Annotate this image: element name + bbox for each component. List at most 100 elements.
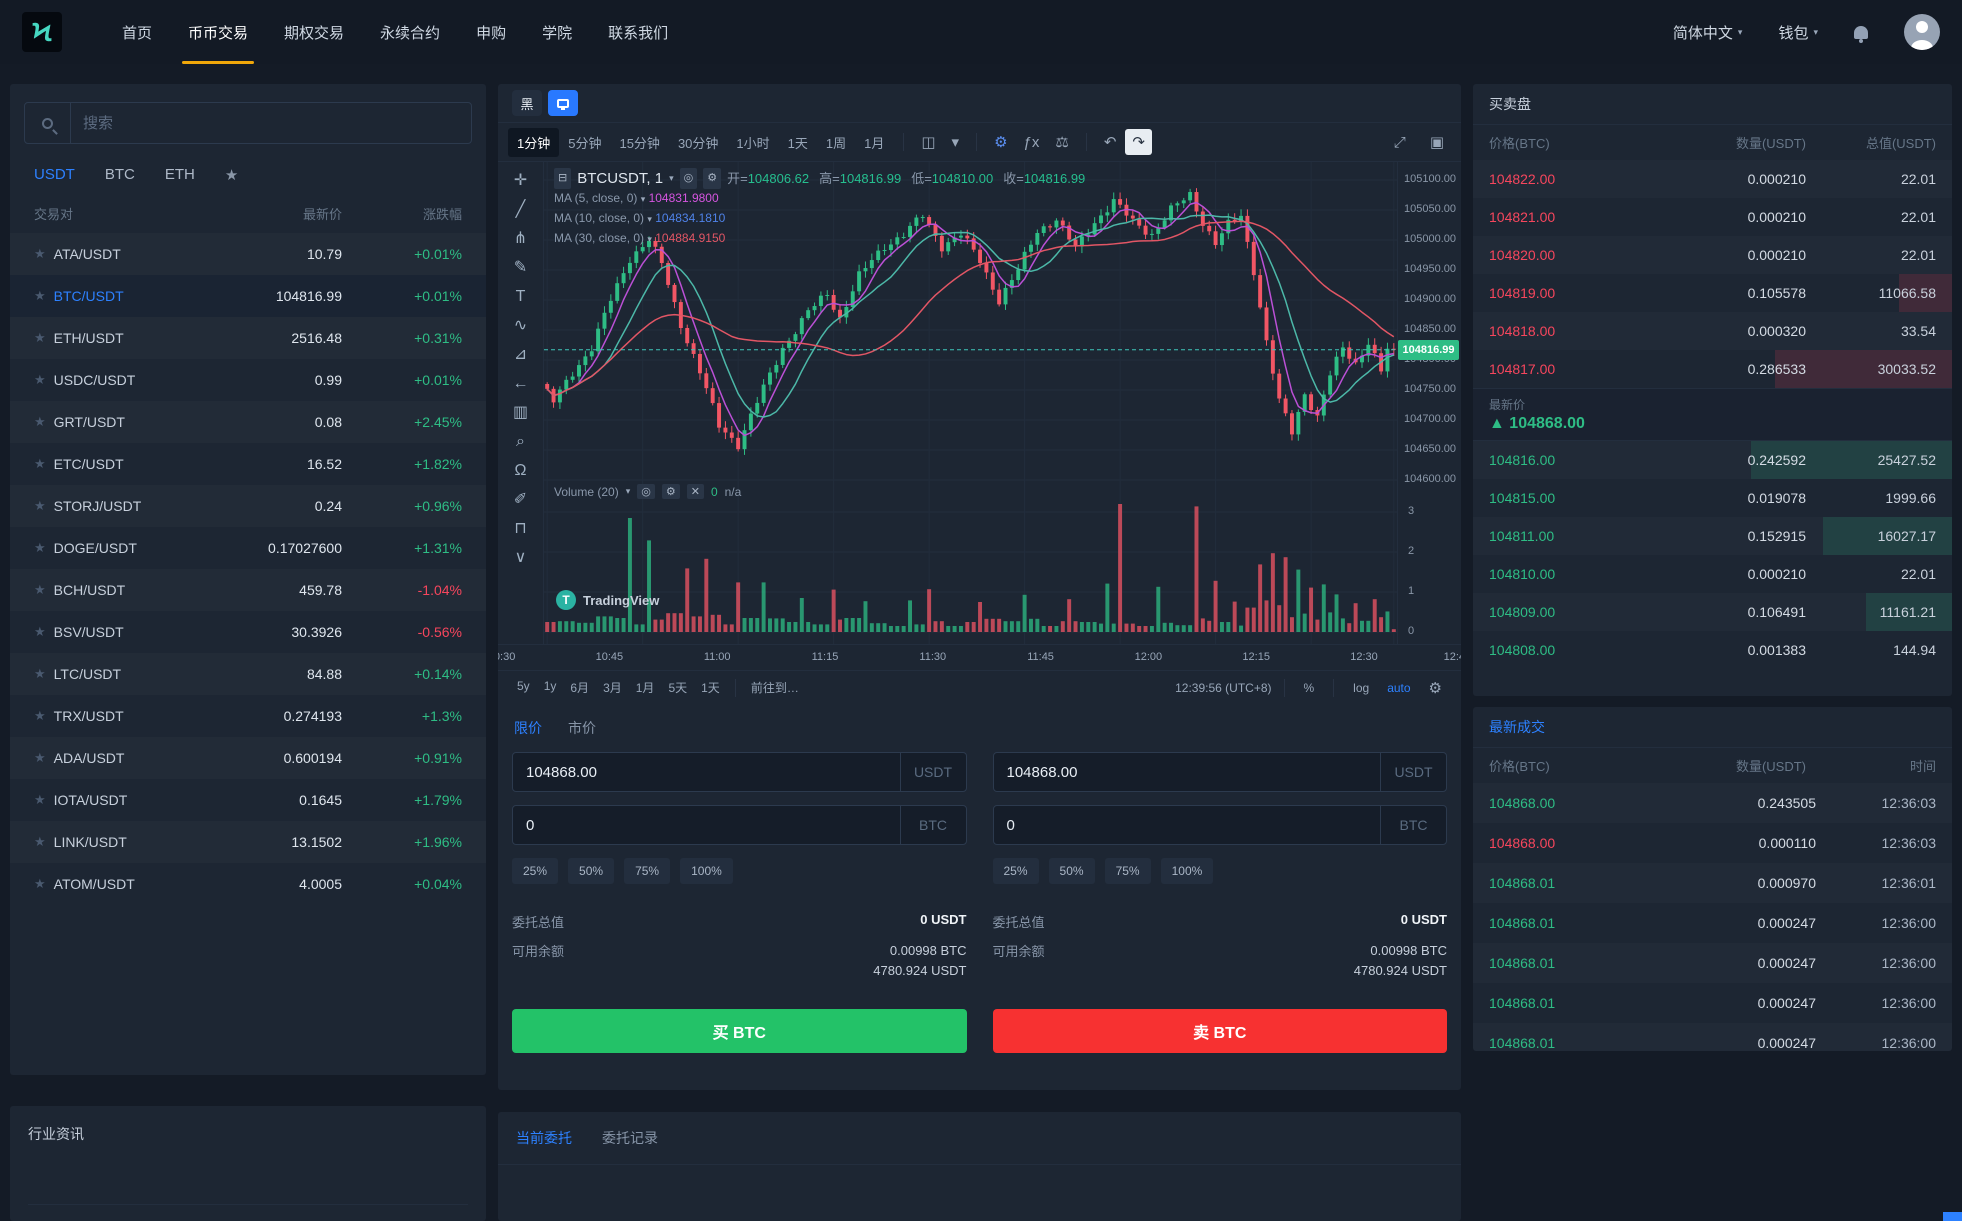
sell-price-input[interactable] [994,753,1381,791]
percent-button-75%[interactable]: 75% [1105,858,1151,884]
redo-icon[interactable]: ↷ [1125,129,1152,155]
app-logo[interactable]: Ϟ [22,12,62,52]
pair-row[interactable]: ★LTC/USDT84.88+0.14% [10,653,486,695]
visibility-icon[interactable]: ◎ [680,168,698,189]
pair-row[interactable]: ★DOGE/USDT0.17027600+1.31% [10,527,486,569]
trade-row[interactable]: 104868.010.00097012:36:01 [1473,863,1952,903]
nav-item-7[interactable]: 联系我们 [590,0,686,64]
visibility-icon[interactable]: ◎ [637,484,655,499]
star-icon[interactable]: ★ [34,540,46,556]
percent-button-25%[interactable]: 25% [993,858,1039,884]
gear-icon[interactable]: ⚙ [703,168,721,189]
nav-item-5[interactable]: 申购 [458,0,524,64]
log-scale-button[interactable]: log [1346,677,1376,699]
nav-item-2[interactable]: 币币交易 [170,0,266,64]
pair-row[interactable]: ★ATOM/USDT4.0005+0.04% [10,863,486,905]
chevron-down-icon[interactable]: ▾ [945,129,967,155]
book-row-ask[interactable]: 104819.000.10557811066.58 [1473,274,1952,312]
star-icon[interactable]: ★ [34,834,46,850]
pair-row[interactable]: ★BSV/USDT30.3926-0.56% [10,611,486,653]
book-row-bid[interactable]: 104809.000.10649111161.21 [1473,593,1952,631]
trade-row[interactable]: 104868.010.00024712:36:00 [1473,943,1952,983]
percent-scale-button[interactable]: % [1297,677,1322,699]
star-icon[interactable]: ★ [34,414,46,430]
pair-row[interactable]: ★BTC/USDT104816.99+0.01% [10,275,486,317]
star-icon[interactable]: ★ [34,456,46,472]
range-button-1y[interactable]: 1y [537,675,564,700]
chevron-down-icon[interactable]: ∨ [515,549,527,567]
star-icon[interactable]: ★ [34,666,46,682]
star-icon[interactable]: ★ [34,330,46,346]
timeframe-1分钟[interactable]: 1分钟 [508,128,559,157]
dark-theme-button[interactable]: 黑 [512,90,542,116]
buy-price-input[interactable] [513,753,900,791]
camera-icon[interactable]: ▣ [1423,129,1451,155]
book-row-bid[interactable]: 104810.000.00021022.01 [1473,555,1952,593]
language-selector[interactable]: 简体中文 ▾ [1673,22,1743,43]
chart-plot[interactable]: ⊟ BTCUSDT, 1 ▾ ◎ ⚙ 开=104806.62高=104816.9… [544,162,1397,644]
candlestick-chart[interactable] [544,162,1397,644]
book-row-bid[interactable]: 104811.000.15291516027.17 [1473,517,1952,555]
star-icon[interactable]: ★ [34,246,46,262]
nav-item-4[interactable]: 永续合约 [362,0,458,64]
pair-row[interactable]: ★IOTA/USDT0.1645+1.79% [10,779,486,821]
pattern-tool-icon[interactable]: ∿ [514,317,527,335]
star-icon[interactable]: ★ [34,288,46,304]
range-button-6月[interactable]: 6月 [563,675,596,700]
arrow-left-icon[interactable]: ← [513,375,529,393]
crosshair-icon[interactable]: ✛ [514,172,527,190]
star-icon[interactable]: ★ [34,582,46,598]
star-icon[interactable]: ★ [34,498,46,514]
range-button-1天[interactable]: 1天 [694,675,727,700]
buy-button[interactable]: 买 BTC [512,1009,967,1053]
pair-row[interactable]: ★TRX/USDT0.274193+1.3% [10,695,486,737]
zoom-icon[interactable]: ⌕ [516,433,525,451]
timeframe-1天[interactable]: 1天 [779,128,817,157]
book-row-ask[interactable]: 104820.000.00021022.01 [1473,236,1952,274]
timeframe-1小时[interactable]: 1小时 [727,128,778,157]
lock-icon[interactable]: ⊓ [514,520,526,538]
bar-pattern-icon[interactable]: ▥ [513,404,528,422]
sell-button[interactable]: 卖 BTC [993,1009,1448,1053]
star-icon[interactable]: ★ [34,750,46,766]
auto-scale-button[interactable]: auto [1380,677,1417,699]
compare-scales-icon[interactable]: ⚖ [1048,129,1075,155]
trade-row[interactable]: 104868.000.00011012:36:03 [1473,823,1952,863]
percent-button-25%[interactable]: 25% [512,858,558,884]
pair-row[interactable]: ★LINK/USDT13.1502+1.96% [10,821,486,863]
timeframe-30分钟[interactable]: 30分钟 [669,128,727,157]
book-row-bid[interactable]: 104816.000.24259225427.52 [1473,441,1952,479]
undo-icon[interactable]: ↶ [1097,129,1124,155]
gear-icon[interactable]: ⚙ [1422,675,1449,701]
book-row-ask[interactable]: 104821.000.00021022.01 [1473,198,1952,236]
pair-row[interactable]: ★ETC/USDT16.52+1.82% [10,443,486,485]
star-icon[interactable]: ★ [34,624,46,640]
maximize-icon[interactable]: ⤢ [1387,130,1413,155]
range-button-5天[interactable]: 5天 [661,675,694,700]
pair-row[interactable]: ★STORJ/USDT0.24+0.96% [10,485,486,527]
trade-row[interactable]: 104868.010.00024712:36:00 [1473,903,1952,943]
gear-icon[interactable]: ⚙ [987,129,1014,155]
timeframe-15分钟[interactable]: 15分钟 [610,128,668,157]
timeframe-1周[interactable]: 1周 [817,128,855,157]
nav-item-1[interactable]: 首页 [104,0,170,64]
candle-style-icon[interactable]: ◫ [914,129,942,155]
minimize-legend-icon[interactable]: ⊟ [554,168,571,189]
range-button-1月[interactable]: 1月 [629,675,662,700]
buy-amount-input[interactable] [513,806,900,844]
pair-row[interactable]: ★BCH/USDT459.78-1.04% [10,569,486,611]
horizontal-scrollbar[interactable] [1943,1212,1962,1221]
book-row-bid[interactable]: 104815.000.0190781999.66 [1473,479,1952,517]
trade-row[interactable]: 104868.010.00024712:36:00 [1473,983,1952,1023]
trade-row[interactable]: 104868.010.00024712:36:00 [1473,1023,1952,1051]
pair-row[interactable]: ★USDC/USDT0.99+0.01% [10,359,486,401]
percent-button-50%[interactable]: 50% [1049,858,1095,884]
orders-tab-委托记录[interactable]: 委托记录 [602,1128,658,1148]
user-avatar[interactable] [1904,14,1940,50]
wallet-menu[interactable]: 钱包 ▾ [1778,22,1818,43]
percent-button-50%[interactable]: 50% [568,858,614,884]
sell-amount-input[interactable] [994,806,1381,844]
time-axis[interactable]: 10:3010:4511:0011:1511:3011:4512:0012:15… [498,644,1461,670]
market-tab-USDT[interactable]: USDT [34,166,75,184]
market-tab-ETH[interactable]: ETH [165,166,195,184]
